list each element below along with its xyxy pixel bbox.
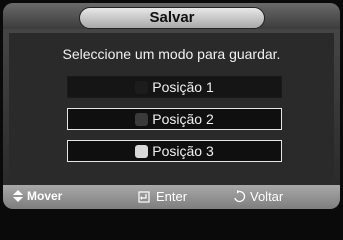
move-hint: Mover: [13, 189, 62, 203]
dialog-content: Seleccione um modo para guardar. Posição…: [9, 33, 334, 185]
slot-2-indicator-icon: [135, 112, 149, 126]
save-dialog: Salvar Seleccione um modo para guardar. …: [3, 3, 340, 209]
prompt-text: Seleccione um modo para guardar.: [62, 46, 281, 62]
slot-3-indicator-icon: [135, 144, 149, 158]
return-icon: [233, 190, 246, 203]
slot-3-label: Posição 3: [152, 143, 214, 159]
status-bar: Mover Enter Voltar: [3, 185, 340, 209]
back-label: Voltar: [250, 189, 284, 204]
enter-icon: [138, 190, 152, 203]
slot-1-button[interactable]: Posição 1: [67, 76, 282, 98]
slot-1-label: Posição 1: [152, 79, 214, 95]
title-bar: Salvar: [3, 3, 340, 29]
slot-2-button[interactable]: Posição 2: [67, 108, 282, 130]
enter-hint: Enter: [138, 189, 187, 204]
up-down-arrows-icon: [13, 190, 23, 202]
slot-2-label: Posição 2: [152, 111, 214, 127]
move-label: Mover: [27, 189, 63, 203]
enter-label: Enter: [156, 189, 188, 204]
dialog-title: Salvar: [79, 7, 265, 29]
slot-1-indicator-icon: [135, 80, 149, 94]
slot-3-button[interactable]: Posição 3: [67, 140, 282, 162]
back-hint: Voltar: [233, 189, 283, 204]
